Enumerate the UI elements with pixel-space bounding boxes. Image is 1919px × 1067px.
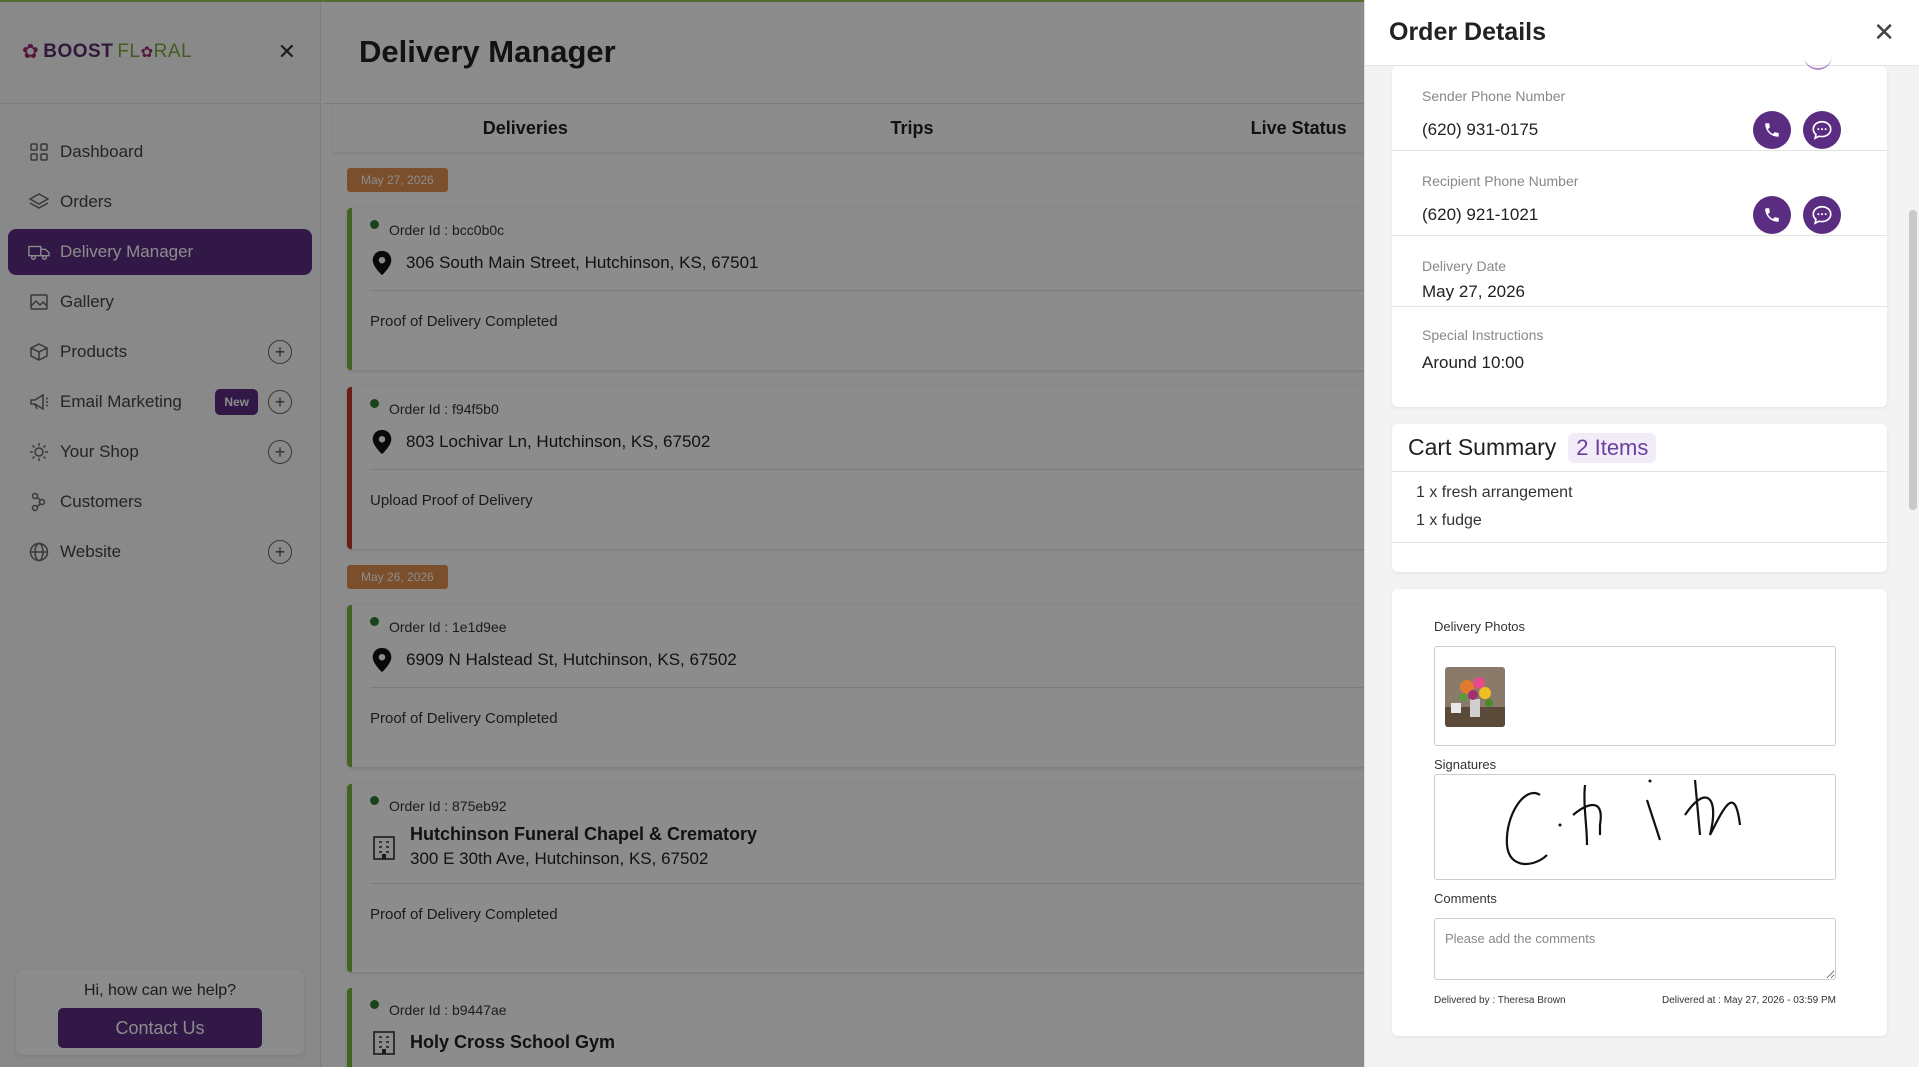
special-instructions-label: Special Instructions [1422,327,1544,343]
close-drawer-icon[interactable]: ✕ [1873,17,1895,48]
call-recipient-button[interactable] [1753,196,1791,234]
cart-summary-header: Cart Summary 2 Items [1392,424,1887,472]
recipient-phone-row: Recipient Phone Number (620) 921-1021 [1392,151,1887,236]
cart-item-count: 2 Items [1568,432,1657,463]
proof-of-delivery-panel: Delivery Photos Signatures Comments Plea… [1392,589,1887,1036]
call-sender-button[interactable] [1753,111,1791,149]
comments-section: Comments Delivered by : Theresa Brown De… [1434,891,1836,1006]
message-sender-button[interactable] [1803,111,1841,149]
signatures-section: Signatures [1434,757,1836,880]
order-details-drawer: Order Details ✕ Sender Phone Number (620… [1364,0,1919,1067]
drawer-title: Order Details [1389,18,1547,46]
recipient-phone-label: Recipient Phone Number [1422,173,1579,189]
chat-bubble-icon [1812,205,1832,225]
delivery-date: May 27, 2026 [1422,282,1526,301]
delivery-photos-label: Delivery Photos [1434,619,1526,634]
delivery-photo-thumbnail[interactable] [1445,667,1505,727]
signature-drawing [1505,779,1742,866]
cart-item-list: 1 x fresh arrangement 1 x fudge [1392,472,1887,543]
cart-item: 1 x fudge [1416,512,1482,529]
modal-backdrop[interactable] [0,0,1364,1067]
sender-phone-label: Sender Phone Number [1422,88,1566,104]
flower-photo-image [1445,667,1505,727]
sender-phone-row: Sender Phone Number (620) 931-0175 [1392,66,1887,151]
delivery-photos-box [1434,646,1836,746]
drawer-scrollbar[interactable] [1909,210,1917,510]
special-instructions-row: Special Instructions Around 10:00 [1392,307,1887,387]
signatures-label: Signatures [1434,757,1497,772]
message-recipient-button[interactable] [1803,196,1841,234]
comments-input[interactable] [1434,918,1836,980]
delivered-at: Delivered at : May 27, 2026 - 03:59 PM [1662,995,1836,1006]
comments-label: Comments [1434,891,1497,906]
phone-icon [1765,123,1779,137]
special-instructions: Around 10:00 [1422,353,1525,372]
signature-box [1434,774,1836,880]
delivery-meta: Delivered by : Theresa Brown Delivered a… [1434,995,1836,1006]
delivered-by: Delivered by : Theresa Brown [1434,995,1566,1006]
delivery-photos-section: Delivery Photos [1434,619,1836,746]
chat-bubble-icon [1812,120,1832,140]
delivery-date-label: Delivery Date [1422,258,1507,274]
phone-icon [1765,208,1779,222]
cart-summary-title: Cart Summary [1408,434,1557,460]
drawer-header: Order Details ✕ [1365,0,1919,66]
cart-summary-panel: Cart Summary 2 Items 1 x fresh arrangeme… [1392,424,1887,572]
order-info-panel: Sender Phone Number (620) 931-0175 Recip… [1392,66,1887,407]
cart-item: 1 x fresh arrangement [1416,484,1573,501]
delivery-date-row: Delivery Date May 27, 2026 [1392,236,1887,307]
